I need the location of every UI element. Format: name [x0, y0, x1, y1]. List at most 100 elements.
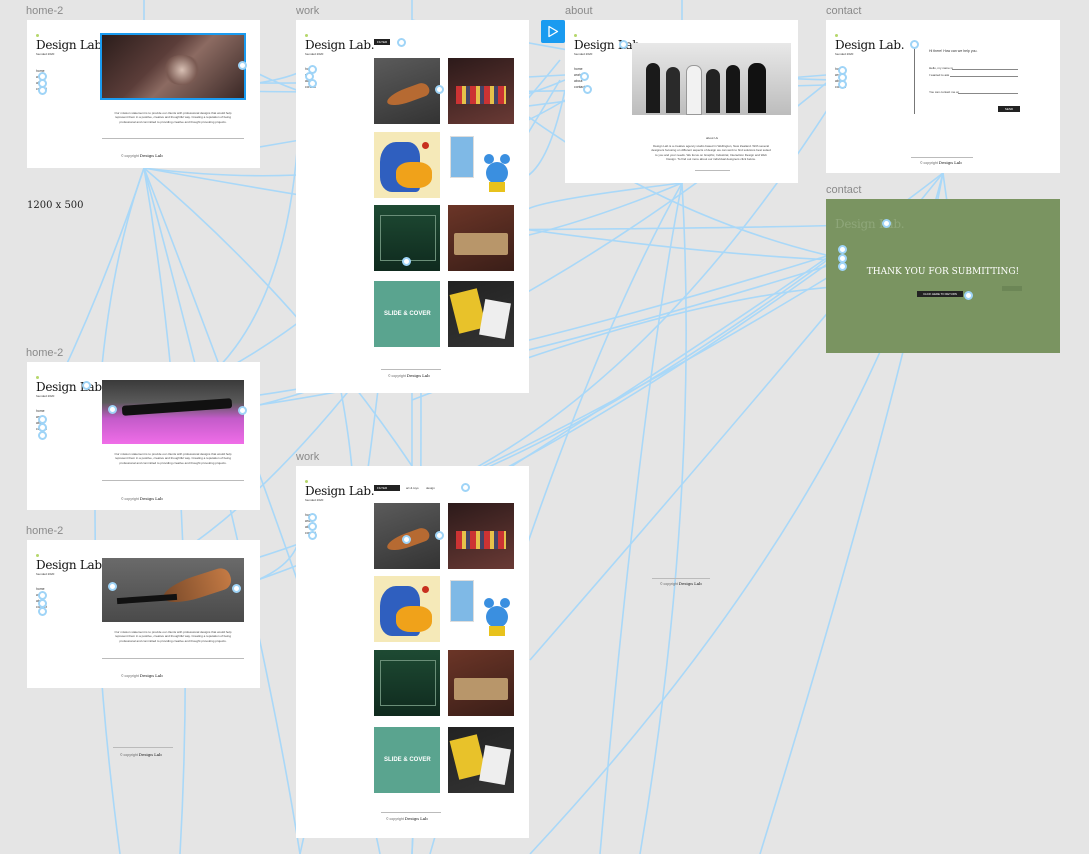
connection-handle[interactable] — [308, 522, 317, 531]
connection-handle[interactable] — [838, 245, 847, 254]
site-logo[interactable]: Design Lab. — [36, 558, 106, 572]
hero-image-selected[interactable] — [100, 33, 246, 100]
connection-handle[interactable] — [308, 79, 317, 88]
about-heading: about Us — [706, 136, 719, 140]
connection-handle[interactable] — [619, 40, 628, 49]
play-icon — [548, 25, 559, 38]
connection-wire — [639, 182, 687, 854]
home-frame[interactable]: Design Lab. founded 2020 home work about… — [27, 20, 260, 168]
connection-handle[interactable] — [435, 531, 444, 540]
work-thumb-boxes[interactable] — [448, 281, 514, 347]
work-thumb-shoe[interactable] — [374, 58, 440, 124]
frame-label-about[interactable]: about — [565, 5, 593, 17]
site-logo[interactable]: Design Lab. — [36, 380, 106, 394]
connection-handle[interactable] — [402, 257, 411, 266]
founded-text: founded 2020 — [36, 52, 55, 56]
work-frame-filtered[interactable]: Design Lab. founded 2020 home work about… — [296, 466, 529, 838]
prototype-play-button[interactable] — [541, 20, 565, 43]
connection-handle[interactable] — [838, 80, 847, 89]
connection-handle[interactable] — [238, 406, 247, 415]
work-thumb-slide-cover[interactable]: SLIDE & COVER — [374, 727, 440, 793]
mission-text: Our mission statement is to provide our … — [114, 111, 232, 124]
filter-button[interactable]: FILTER — [374, 485, 400, 491]
contact-ask-field[interactable] — [950, 76, 1018, 77]
contact-success-frame[interactable]: Design Lab. THANK YOU FOR SUBMITTING! CL… — [826, 199, 1060, 353]
contact-name-field[interactable] — [952, 69, 1018, 70]
logo-dot-icon — [36, 34, 39, 37]
connection-handle[interactable] — [38, 607, 47, 616]
work-frame[interactable]: Design Lab. founded 2020 home work about… — [296, 20, 529, 393]
footer-copyright: © copyright Design Lab — [121, 673, 163, 678]
founded-text: founded 2020 — [305, 498, 324, 502]
work-thumb-keyboard[interactable] — [448, 205, 514, 271]
frame-label-home[interactable]: home-2 — [26, 5, 63, 17]
connection-handle[interactable] — [308, 513, 317, 522]
contact-email-field[interactable] — [958, 93, 1018, 94]
connection-handle[interactable] — [838, 262, 847, 271]
logo-dot-icon — [574, 34, 577, 37]
connection-handle[interactable] — [583, 85, 592, 94]
send-button[interactable]: SEND — [998, 106, 1020, 112]
connection-handle[interactable] — [435, 85, 444, 94]
return-button[interactable]: CLICK HERE TO RETURN — [917, 291, 963, 297]
site-logo[interactable]: Design Lab. — [305, 484, 375, 498]
connection-handle[interactable] — [397, 38, 406, 47]
site-logo[interactable]: Design Lab. — [835, 217, 905, 231]
contact-greeting: Hi there! How can we help you. — [929, 49, 978, 53]
connection-wire — [143, 167, 301, 854]
filter-option-art-toys[interactable]: art & toys — [406, 486, 419, 490]
frame-label-contact[interactable]: contact — [826, 5, 861, 17]
connection-handle[interactable] — [238, 61, 247, 70]
connection-wire — [599, 182, 683, 854]
site-logo[interactable]: Design Lab. — [305, 38, 375, 52]
site-logo[interactable]: Design Lab. — [835, 38, 905, 52]
filter-option-design[interactable]: design — [426, 486, 435, 490]
connection-wire — [525, 182, 683, 211]
frame-label-home-2[interactable]: home-2 — [26, 347, 63, 359]
connection-handle[interactable] — [964, 291, 973, 300]
work-thumb-toys[interactable] — [448, 503, 514, 569]
connection-handle[interactable] — [232, 584, 241, 593]
work-thumb-keyboard[interactable] — [448, 650, 514, 716]
contact-frame[interactable]: Design Lab. founded 2020 home work about… — [826, 20, 1060, 173]
contact-ask-label: I wanted to ask — [929, 73, 950, 77]
about-body: Design Lab is a creative agency studio b… — [651, 144, 771, 162]
home-frame-3[interactable]: Design Lab. founded 2020 home work about… — [27, 540, 260, 688]
frame-label-contact-success[interactable]: contact — [826, 184, 861, 196]
connection-handle[interactable] — [108, 582, 117, 591]
work-thumb-mickey[interactable] — [448, 576, 514, 642]
connection-handle[interactable] — [580, 72, 589, 81]
connection-handle[interactable] — [882, 219, 891, 228]
connection-handle[interactable] — [308, 531, 317, 540]
founded-text: founded 2020 — [36, 572, 55, 576]
founded-text: founded 2020 — [36, 394, 55, 398]
filter-button[interactable]: FILTER — [374, 39, 391, 45]
mission-text: Our mission statement is to provide our … — [114, 630, 232, 643]
footer-copyright: © copyright Design Lab — [920, 160, 962, 165]
connection-handle[interactable] — [910, 40, 919, 49]
site-logo[interactable]: Design Lab. — [36, 38, 106, 52]
connection-handle[interactable] — [38, 86, 47, 95]
about-frame[interactable]: Design Lab. founded 2020 home work about… — [565, 20, 798, 183]
home-frame-2[interactable]: Design Lab. founded 2020 home work about… — [27, 362, 260, 510]
frame-label-work-2[interactable]: work — [296, 451, 319, 463]
work-thumb-slide-cover[interactable]: SLIDE & COVER — [374, 281, 440, 347]
work-thumb-boxes[interactable] — [448, 727, 514, 793]
frame-label-work[interactable]: work — [296, 5, 319, 17]
work-thumb-green-studio[interactable] — [374, 650, 440, 716]
work-thumb-mickey[interactable] — [448, 132, 514, 198]
connection-handle[interactable] — [308, 65, 317, 74]
connection-handle[interactable] — [108, 405, 117, 414]
canvas-size-note: 1200 x 500 — [27, 200, 84, 211]
connection-handle[interactable] — [38, 431, 47, 440]
detached-footer-2: © copyright Design Lab — [660, 581, 702, 586]
frame-label-home-3[interactable]: home-2 — [26, 525, 63, 537]
work-thumb-illustration[interactable] — [374, 576, 440, 642]
work-thumb-toys[interactable] — [448, 58, 514, 124]
connection-handle[interactable] — [461, 483, 470, 492]
logo-dot-icon — [305, 34, 308, 37]
connection-handle[interactable] — [402, 535, 411, 544]
connection-handle[interactable] — [82, 381, 91, 390]
footer-copyright: © copyright Design Lab — [386, 816, 428, 821]
work-thumb-illustration[interactable] — [374, 132, 440, 198]
